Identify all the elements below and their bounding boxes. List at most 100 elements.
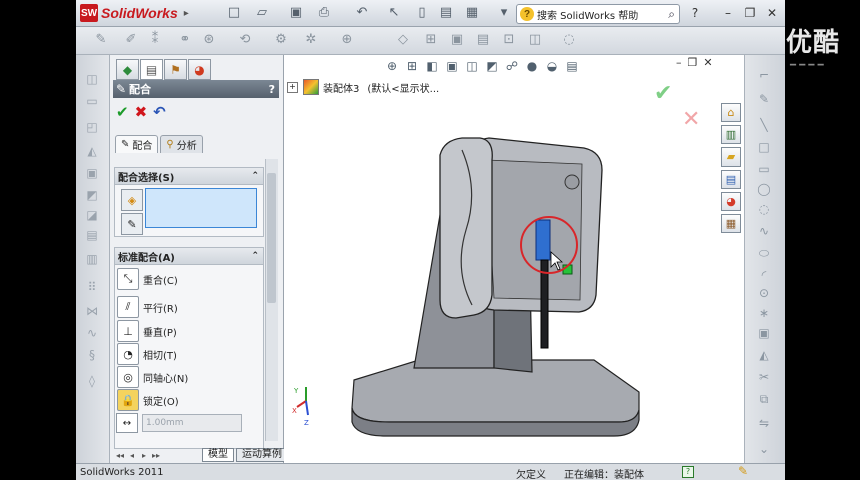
more-tools-icon[interactable]: ⌄ bbox=[755, 441, 773, 457]
first-tab-arrow-icon[interactable]: ◂◂ bbox=[114, 451, 126, 460]
collapse-icon[interactable]: ⌃ bbox=[251, 251, 259, 261]
zoom-area-icon[interactable]: ⊞ bbox=[404, 58, 420, 74]
help-dropdown-icon[interactable]: ? bbox=[688, 6, 702, 20]
cut-icon[interactable]: ◰ bbox=[83, 119, 101, 135]
new-motion-icon[interactable]: ▣ bbox=[448, 32, 466, 48]
trim-icon[interactable]: ✂ bbox=[755, 369, 773, 385]
pin-icon[interactable]: ✎ bbox=[121, 213, 143, 235]
open-folder-icon[interactable]: ▱ bbox=[254, 5, 270, 21]
pattern-linear-icon[interactable]: ⠿ bbox=[83, 279, 101, 295]
property-scrollbar[interactable] bbox=[265, 159, 278, 441]
bill-of-materials-icon[interactable]: ▤ bbox=[474, 32, 492, 48]
hide-show-items-icon[interactable]: ☍ bbox=[504, 58, 520, 74]
restore-button[interactable]: ❐ bbox=[743, 6, 757, 20]
save-icon[interactable]: ▣ bbox=[288, 5, 304, 21]
arc-icon[interactable]: ◌ bbox=[755, 201, 773, 217]
line-icon[interactable]: ╲ bbox=[755, 117, 773, 133]
selected-face[interactable] bbox=[535, 219, 551, 261]
close-button[interactable]: ✕ bbox=[765, 6, 779, 20]
customize-icon[interactable]: ▾ bbox=[496, 5, 512, 21]
options-icon[interactable]: ▦ bbox=[464, 5, 480, 21]
part-icon[interactable]: ◫ bbox=[83, 71, 101, 87]
view-orientation-icon[interactable]: ◫ bbox=[464, 58, 480, 74]
plane-icon[interactable]: ▭ bbox=[83, 93, 101, 109]
instant3d-icon[interactable]: ◌ bbox=[560, 32, 578, 48]
expand-icon[interactable]: + bbox=[287, 81, 298, 93]
configuration-manager-tab[interactable]: ⚑ bbox=[164, 59, 187, 80]
tab-analysis[interactable]: ⚲ 分析 bbox=[160, 135, 203, 153]
section-view-icon[interactable]: ▣ bbox=[444, 58, 460, 74]
apply-scene-icon[interactable]: ◒ bbox=[544, 58, 560, 74]
plane-sketch-icon[interactable]: ◭ bbox=[755, 347, 773, 363]
help-icon[interactable]: ? bbox=[269, 83, 275, 96]
custom-properties-icon[interactable]: ▦ bbox=[721, 213, 741, 234]
view-settings-icon[interactable]: ▤ bbox=[564, 58, 580, 74]
centerline-icon[interactable]: ∗ bbox=[755, 305, 773, 321]
entities-selection-box[interactable] bbox=[145, 188, 257, 228]
tab-mates[interactable]: ✎ 配合 bbox=[115, 135, 159, 153]
property-manager-tab[interactable]: ▤ bbox=[140, 59, 163, 80]
display-manager-tab[interactable]: ◕ bbox=[188, 59, 211, 80]
graphics-area[interactable]: ⊕ ⊞ ◧ ▣ ◫ ◩ ☍ ● ◒ ▤ + 装配体3 (默认<显示状... ✔ … bbox=[284, 55, 744, 463]
menu-arrow-icon[interactable]: ▸ bbox=[184, 8, 189, 19]
feature-manager-tab[interactable]: ◆ bbox=[116, 59, 139, 80]
app-logo[interactable]: SW SolidWorks ▸ bbox=[80, 3, 189, 23]
assembly-feature-icon[interactable]: ⊞ bbox=[422, 32, 440, 48]
confirmation-cancel-icon[interactable]: ✕ bbox=[682, 107, 700, 132]
explode-icon[interactable]: ✲ bbox=[302, 32, 320, 48]
help-search-box[interactable]: ? 搜索 SolidWorks 帮助 ⌕ bbox=[516, 4, 680, 24]
tab-model[interactable]: 模型 bbox=[202, 448, 234, 462]
mate-parallel[interactable]: ⫽ 平行(R) bbox=[117, 296, 178, 318]
zoom-to-fit-icon[interactable]: ⊕ bbox=[384, 58, 400, 74]
display-style-icon[interactable]: ◩ bbox=[484, 58, 500, 74]
mate-selection-header[interactable]: 配合选择(S) ⌃ bbox=[115, 168, 263, 185]
select-arrow-icon[interactable]: ↖ bbox=[386, 5, 402, 21]
rebuild-icon[interactable]: ▯ bbox=[414, 5, 430, 21]
new-document-icon[interactable]: □ bbox=[226, 5, 242, 21]
undo-icon[interactable]: ↶ bbox=[354, 5, 370, 21]
assembly-name[interactable]: 装配体3 bbox=[323, 80, 359, 95]
confirmation-ok-icon[interactable]: ✔ bbox=[654, 81, 672, 106]
mirror-sketch-icon[interactable]: ⇋ bbox=[755, 415, 773, 431]
circle-icon[interactable]: ◯ bbox=[755, 181, 773, 197]
distance-input[interactable]: 1.00mm bbox=[142, 414, 242, 432]
stand-base[interactable] bbox=[351, 359, 640, 423]
interference-icon[interactable]: ⊡ bbox=[500, 32, 518, 48]
component-icon[interactable]: ⁑ bbox=[146, 32, 164, 48]
pin-hole[interactable] bbox=[564, 174, 580, 190]
undo-button[interactable]: ↶ bbox=[153, 103, 166, 121]
status-tag-icon[interactable]: ✎ bbox=[738, 464, 748, 478]
reference-geometry-icon[interactable]: ◇ bbox=[394, 32, 412, 48]
scrollbar-thumb[interactable] bbox=[267, 173, 276, 303]
pen-icon[interactable]: ✐ bbox=[122, 32, 140, 48]
mate-lock[interactable]: 🔒 锁定(O) bbox=[117, 389, 179, 411]
ok-button[interactable]: ✔ bbox=[116, 103, 129, 121]
appearances-icon[interactable]: ◕ bbox=[721, 191, 741, 211]
prev-tab-arrow-icon[interactable]: ◂ bbox=[126, 451, 138, 460]
last-tab-arrow-icon[interactable]: ▸▸ bbox=[150, 451, 162, 460]
status-help-icon[interactable]: ? bbox=[682, 466, 694, 478]
sketch-tool-icon[interactable]: ✎ bbox=[92, 32, 110, 48]
offset-icon[interactable]: ⧉ bbox=[755, 391, 773, 407]
standard-mates-header[interactable]: 标准配合(A) ⌃ bbox=[115, 248, 263, 265]
minimize-button[interactable]: – bbox=[721, 6, 735, 20]
point-icon[interactable]: ⊙ bbox=[755, 285, 773, 301]
rectangle-icon[interactable]: □ bbox=[755, 139, 773, 155]
design-library-icon[interactable]: ▰ bbox=[721, 147, 741, 167]
pattern-icon[interactable]: ⊛ bbox=[200, 32, 218, 48]
cancel-button[interactable]: ✖ bbox=[135, 103, 148, 121]
chamfer-icon[interactable]: ◩ bbox=[83, 187, 101, 203]
loft-icon[interactable]: ◊ bbox=[83, 373, 101, 389]
mirror-icon[interactable]: ⋈ bbox=[83, 303, 101, 319]
motion-study-icon[interactable]: ⊕ bbox=[338, 32, 356, 48]
move-component-icon[interactable]: ⟲ bbox=[236, 32, 254, 48]
mate-perpendicular[interactable]: ⊥ 垂直(P) bbox=[117, 320, 177, 342]
text-icon[interactable]: ▣ bbox=[755, 325, 773, 341]
doc-close-button[interactable]: ✕ bbox=[703, 56, 712, 69]
file-explorer-icon[interactable]: ▤ bbox=[721, 169, 741, 189]
print-icon[interactable]: ⎙ bbox=[316, 5, 332, 21]
file-properties-icon[interactable]: ▤ bbox=[438, 5, 454, 21]
fillet-sketch-icon[interactable]: ◜ bbox=[755, 267, 773, 283]
rib-icon[interactable]: ▤ bbox=[83, 227, 101, 243]
next-tab-arrow-icon[interactable]: ▸ bbox=[138, 451, 150, 460]
